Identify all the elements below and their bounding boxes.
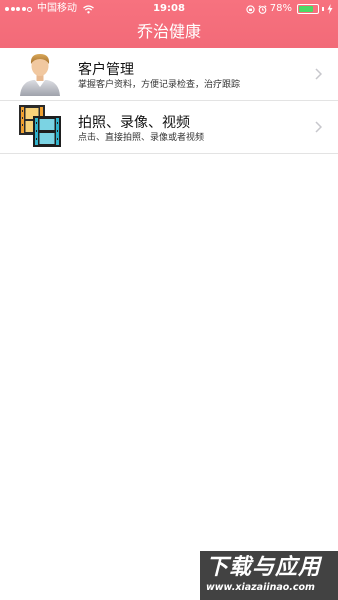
list-item-subtitle: 掌握客户资料，方便记录检查，治疗跟踪 <box>78 80 241 90</box>
status-bar: 中国移动 19:08 78% <box>0 0 338 18</box>
customer-avatar-icon <box>20 54 60 96</box>
rotation-lock-icon <box>246 4 255 14</box>
list-item-title: 客户管理 <box>78 62 134 78</box>
status-bar-right: 78% <box>246 0 333 18</box>
battery-percent: 78% <box>269 3 292 14</box>
battery-cap <box>322 7 324 11</box>
battery-icon <box>297 4 319 14</box>
list-item-photo-video[interactable]: 拍照、录像、视频 点击、直接拍照、录像或者视频 <box>0 101 338 154</box>
watermark-badge: 下载与应用 www.xiazaiinao.com <box>200 551 338 600</box>
menu-list: 客户管理 掌握客户资料，方便记录检查，治疗跟踪 拍照、录像、视频 点击、直接拍照… <box>0 48 338 154</box>
charging-bolt-icon <box>327 4 333 14</box>
chevron-right-icon <box>315 68 322 80</box>
chevron-right-icon <box>315 121 322 133</box>
film-strip-icon <box>19 105 61 147</box>
page-title: 乔治健康 <box>136 22 201 41</box>
watermark-url: www.xiazaiinao.com <box>206 582 315 593</box>
app-header: 中国移动 19:08 78% 乔治健康 <box>0 0 338 48</box>
watermark-main-text: 下载与应用 <box>206 555 322 580</box>
alarm-icon <box>258 4 267 14</box>
list-item-subtitle: 点击、直接拍照、录像或者视频 <box>78 133 205 143</box>
list-item-customer-management[interactable]: 客户管理 掌握客户资料，方便记录检查，治疗跟踪 <box>0 48 338 101</box>
battery-level-fill <box>299 6 313 12</box>
list-item-title: 拍照、录像、视频 <box>78 115 190 131</box>
